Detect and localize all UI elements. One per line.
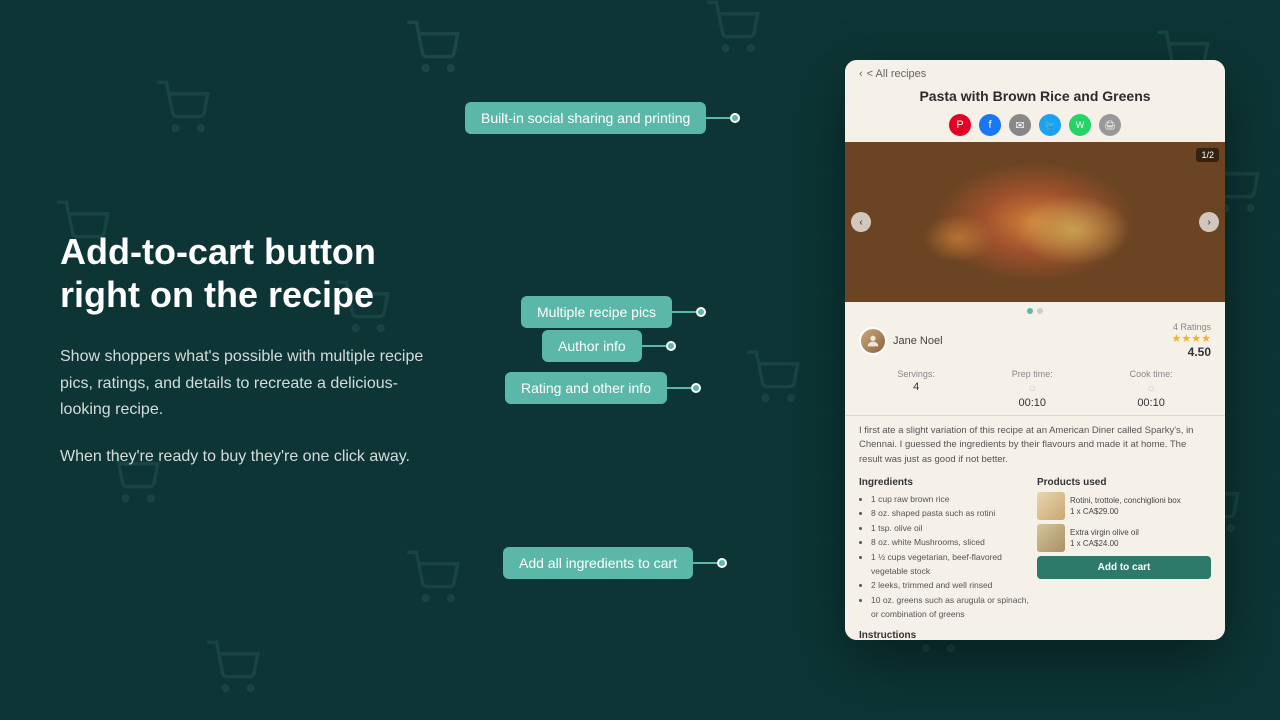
add-cart-label-group: Add all ingredients to cart [503,547,727,579]
left-panel: Add-to-cart button right on the recipe S… [60,230,440,490]
cook-time-icon: ○ [1147,381,1154,395]
servings-value: 4 [913,381,919,393]
product-item-1: Rotini, trottole, conchiglioni box 1 x C… [1037,492,1211,520]
cook-time-label: Cook time: [1130,369,1173,379]
email-share-button[interactable]: ✉ [1009,114,1031,136]
servings-meta: Servings: 4 [897,369,935,409]
description-paragraph-2: When they're ready to buy they're one cl… [60,444,440,470]
image-badge: 1/2 [1196,148,1219,162]
social-sharing-label-group: Built-in social sharing and printing [465,102,740,134]
list-item: 8 oz. shaped pasta such as rotini [871,506,1033,520]
cook-time-meta: Cook time: ○ 00:10 [1130,369,1173,409]
cook-time-value: 00:10 [1137,397,1165,409]
recipe-image: 1/2 ‹ › [845,142,1225,302]
product-qty-1: 1 x CA$29.00 [1070,506,1181,517]
rating-section: 4 Ratings ★★★★ 4.50 [1172,322,1211,359]
ingredients-left: Ingredients 1 cup raw brown rice 8 oz. s… [859,477,1033,622]
pinterest-share-button[interactable]: P [949,114,971,136]
print-button[interactable]: 🖨 [1099,114,1121,136]
image-dots [845,302,1225,318]
rating-info-dot [691,383,701,393]
add-cart-label: Add all ingredients to cart [503,547,693,579]
product-thumb-1 [1037,492,1065,520]
rating-value: 4.50 [1188,345,1211,359]
share-row: P f ✉ 🐦 W 🖨 [845,110,1225,142]
prep-time-meta: Prep time: ○ 00:10 [1012,369,1053,409]
image-prev-button[interactable]: ‹ [851,212,871,232]
recipe-pics-dot [696,307,706,317]
recipe-card: ‹ < All recipes Pasta with Brown Rice an… [845,60,1225,640]
author-name: Jane Noel [893,335,943,347]
recipe-card-wrapper: ‹ < All recipes Pasta with Brown Rice an… [775,60,1225,660]
add-cart-dot [717,558,727,568]
rating-info-label-group: Rating and other info [505,372,701,404]
dot-1 [1027,308,1033,314]
list-item: 2 leeks, trimmed and well rinsed [871,578,1033,592]
prep-time-icon: ○ [1029,381,1036,395]
ratings-label: 4 Ratings [1173,322,1211,332]
recipe-description: I first ate a slight variation of this r… [845,416,1225,473]
description-paragraph-1: Show shoppers what's possible with multi… [60,344,440,423]
food-photo [845,142,1225,302]
list-item: 1 tsp. olive oil [871,521,1033,535]
author-info-label-group: Author info [542,330,676,362]
list-item: 8 oz. white Mushrooms, sliced [871,535,1033,549]
recipe-pics-label-group: Multiple recipe pics [521,296,706,328]
product-info-2: Extra virgin olive oil 1 x CA$24.00 [1070,527,1139,549]
star-rating: ★★★★ [1172,332,1211,345]
rating-info-label: Rating and other info [505,372,667,404]
servings-label: Servings: [897,369,935,379]
ingredients-list: 1 cup raw brown rice 8 oz. shaped pasta … [859,492,1033,622]
list-item: 10 oz. greens such as arugula or spinach… [871,593,1033,622]
products-header: Products used [1037,477,1211,488]
prep-time-label: Prep time: [1012,369,1053,379]
facebook-share-button[interactable]: f [979,114,1001,136]
product-name-2: Extra virgin olive oil [1070,527,1139,538]
ingredients-header: Ingredients [859,477,1033,488]
author-info-dot [666,341,676,351]
meta-row: Servings: 4 Prep time: ○ 00:10 Cook time… [845,363,1225,416]
product-info-1: Rotini, trottole, conchiglioni box 1 x C… [1070,495,1181,517]
main-heading: Add-to-cart button right on the recipe [60,230,440,316]
product-thumb-2 [1037,524,1065,552]
image-next-button[interactable]: › [1199,212,1219,232]
twitter-share-button[interactable]: 🐦 [1039,114,1061,136]
author-row: Jane Noel 4 Ratings ★★★★ 4.50 [845,318,1225,363]
dot-2 [1037,308,1043,314]
social-sharing-dot [730,113,740,123]
recipe-title: Pasta with Brown Rice and Greens [845,88,1225,110]
list-item: 1 ½ cups vegetarian, beef-flavored veget… [871,550,1033,579]
product-name-1: Rotini, trottole, conchiglioni box [1070,495,1181,506]
instructions-header: Instructions [859,630,1211,640]
list-item: 1 cup raw brown rice [871,492,1033,506]
instructions-section: Instructions 1. Rinse rice until water r… [845,626,1225,640]
ingredients-section: Ingredients 1 cup raw brown rice 8 oz. s… [845,473,1225,626]
product-qty-2: 1 x CA$24.00 [1070,538,1139,549]
product-item-2: Extra virgin olive oil 1 x CA$24.00 [1037,524,1211,552]
social-sharing-label: Built-in social sharing and printing [465,102,706,134]
prep-time-value: 00:10 [1018,397,1046,409]
add-to-cart-button[interactable]: Add to cart [1037,556,1211,579]
back-navigation: ‹ < All recipes [845,60,1225,88]
author-avatar [859,327,887,355]
back-link[interactable]: < All recipes [867,68,927,80]
whatsapp-share-button[interactable]: W [1069,114,1091,136]
products-right: Products used Rotini, trottole, conchigl… [1037,477,1211,622]
recipe-pics-label: Multiple recipe pics [521,296,672,328]
author-info-label: Author info [542,330,642,362]
back-arrow[interactable]: ‹ [859,68,863,80]
